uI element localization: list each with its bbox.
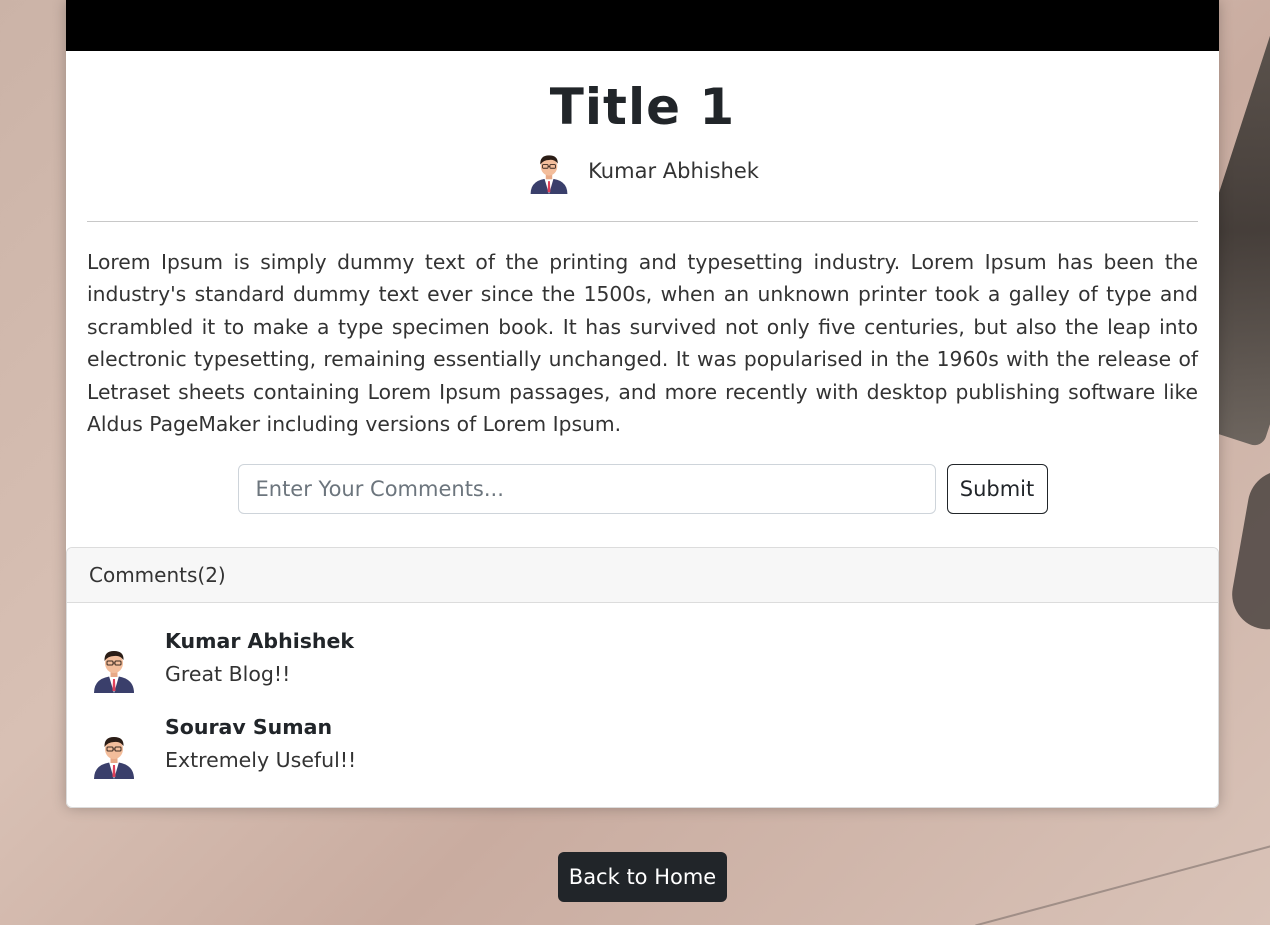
comment-content: Kumar Abhishek Great Blog!! — [165, 627, 354, 689]
user-avatar-icon — [94, 651, 134, 694]
comment-form: Submit — [66, 464, 1219, 515]
comment-text: Great Blog!! — [165, 662, 291, 687]
post-body: Lorem Ipsum is simply dummy text of the … — [87, 250, 1198, 437]
comment-item: Sourav Suman Extremely Useful!! — [89, 713, 1196, 780]
comment-input[interactable] — [237, 464, 936, 515]
post-title: Title 1 — [549, 78, 736, 136]
background-decoration — [1226, 465, 1270, 635]
comment-author: Sourav Suman — [165, 715, 333, 740]
comment-content: Sourav Suman Extremely Useful!! — [165, 713, 356, 775]
post-author: Kumar Abhishek — [66, 147, 1219, 195]
submit-button[interactable]: Submit — [946, 464, 1048, 515]
comments-section: Comments(2) Kumar Abhishek Great Blog!! — [66, 547, 1219, 809]
comments-header: Comments(2) — [67, 548, 1218, 604]
blog-post-card: Title 1 Kumar Abhishek Lorem Ipsum is si… — [66, 0, 1219, 809]
comments-list: Kumar Abhishek Great Blog!! Sourav Suman… — [67, 603, 1218, 807]
divider — [87, 221, 1198, 222]
user-avatar-icon — [530, 155, 568, 194]
user-avatar-icon — [94, 737, 134, 780]
comment-author: Kumar Abhishek — [165, 629, 355, 654]
comment-text: Extremely Useful!! — [165, 748, 357, 773]
comment-item: Kumar Abhishek Great Blog!! — [89, 627, 1196, 694]
background-decoration — [975, 841, 1270, 925]
author-name: Kumar Abhishek — [588, 159, 759, 183]
back-to-home-button[interactable]: Back to Home — [558, 852, 727, 902]
card-top-bar — [66, 0, 1219, 51]
